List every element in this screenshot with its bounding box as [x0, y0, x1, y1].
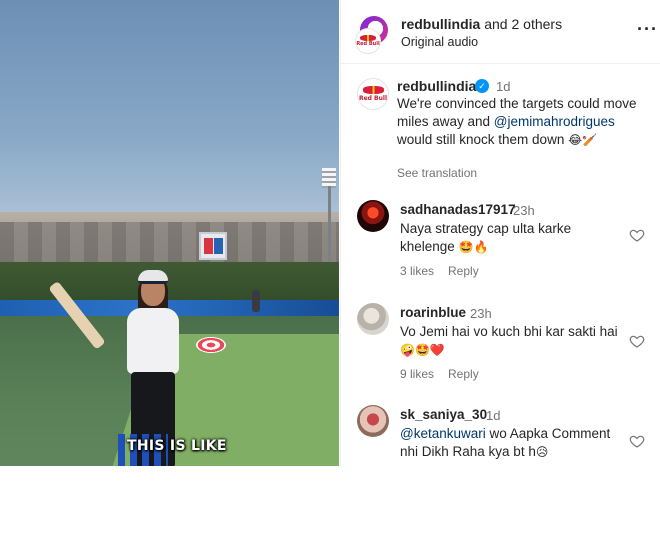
fielder — [252, 290, 260, 312]
comment-username[interactable]: sadhanadas17917 — [400, 202, 516, 217]
comment-text: @ketankuwari wo Aapka Comment nhi Dikh R… — [400, 426, 611, 459]
comment-time[interactable]: 1d — [486, 408, 500, 423]
reply-button[interactable]: Reply — [448, 367, 479, 381]
see-translation-link[interactable]: See translation — [397, 166, 477, 180]
caption-username[interactable]: redbullindia — [397, 78, 476, 94]
comment-text: Naya strategy cap ulta karke khelenge 🤩🔥 — [400, 221, 572, 254]
commenter-avatar[interactable] — [357, 303, 389, 335]
caption-avatar[interactable]: Red Bull — [357, 78, 389, 110]
caption-emoji: 😂🏏 — [568, 133, 598, 147]
verified-badge-icon: ✓ — [475, 79, 489, 93]
comment-text: Vo Jemi hai vo kuch bhi kar sakti hai 🤪🤩… — [400, 324, 618, 357]
mention-link[interactable]: @ketankuwari — [400, 426, 486, 441]
comment-username[interactable]: sk_saniya_30 — [400, 407, 487, 422]
mention-link[interactable]: @jemimahrodrigues — [494, 114, 615, 129]
more-options-icon[interactable]: ··· — [637, 20, 658, 38]
collab-suffix[interactable]: and 2 others — [480, 16, 562, 32]
comment-meta: 3 likes Reply — [400, 264, 479, 278]
caption-text: We're convinced the targets could move m… — [397, 96, 637, 147]
commenter-avatar[interactable] — [357, 405, 389, 437]
comment-time[interactable]: 23h — [470, 306, 492, 321]
redbull-avatar[interactable]: Red Bull — [355, 28, 381, 54]
comment-item: roarinblue 23h Vo Jemi hai vo kuch bhi k… — [341, 303, 660, 405]
commenter-avatar[interactable] — [357, 200, 389, 232]
reel-video[interactable]: THIS IS LIKE — [0, 0, 339, 466]
comment-username[interactable]: roarinblue — [400, 305, 466, 320]
target-disc — [196, 337, 226, 353]
post-caption: Red Bull redbullindia ✓ 1d We're convinc… — [341, 64, 660, 190]
post-authors[interactable]: redbullindia and 2 others — [401, 16, 562, 32]
comment-meta: 9 likes Reply — [400, 367, 479, 381]
like-heart-icon[interactable] — [629, 433, 645, 449]
comment-likes[interactable]: 9 likes — [400, 367, 434, 381]
caption-time[interactable]: 1d — [496, 79, 510, 94]
header-username[interactable]: redbullindia — [401, 16, 480, 32]
post-details-panel: Red Bull redbullindia and 2 others Origi… — [340, 0, 660, 466]
stadium-stand — [0, 222, 339, 264]
comment-item: sadhanadas17917 23h Naya strategy cap ul… — [341, 200, 660, 302]
post-header: Red Bull redbullindia and 2 others Origi… — [341, 0, 660, 64]
video-caption: THIS IS LIKE — [127, 438, 227, 454]
cap — [138, 270, 168, 284]
comment-likes[interactable]: 3 likes — [400, 264, 434, 278]
comment-item: sk_saniya_30 1d @ketankuwari wo Aapka Co… — [341, 405, 660, 466]
comment-time[interactable]: 23h — [513, 203, 535, 218]
scoreboard — [199, 232, 227, 260]
like-heart-icon[interactable] — [629, 333, 645, 349]
reply-button[interactable]: Reply — [448, 264, 479, 278]
audio-link[interactable]: Original audio — [401, 35, 478, 49]
floodlight — [322, 168, 336, 188]
redbull-logo-icon — [362, 86, 384, 94]
like-heart-icon[interactable] — [629, 227, 645, 243]
